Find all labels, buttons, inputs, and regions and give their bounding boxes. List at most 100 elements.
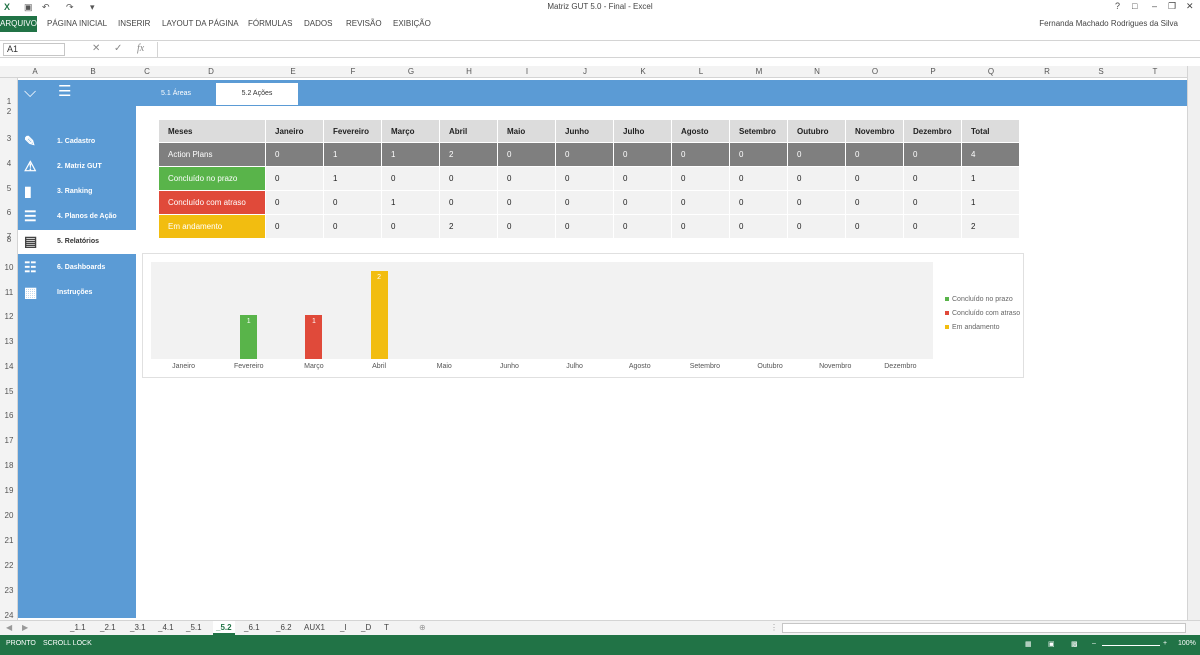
column-header[interactable]: M bbox=[753, 67, 765, 76]
column-header[interactable]: A bbox=[29, 67, 41, 76]
sheet-tab[interactable]: _5.1 bbox=[186, 623, 202, 632]
enter-icon[interactable]: ✓ bbox=[114, 43, 122, 54]
zoom-in-icon[interactable]: + bbox=[1163, 640, 1167, 647]
next-sheet-icon[interactable]: ▶ bbox=[22, 623, 28, 632]
column-header[interactable]: T bbox=[1149, 67, 1161, 76]
column-header[interactable]: G bbox=[405, 67, 417, 76]
tab-arquivo[interactable]: ARQUIVO bbox=[0, 16, 37, 32]
insert-function-icon[interactable]: fx bbox=[137, 43, 144, 54]
sidebar-item-2[interactable]: ⚠ 2. Matriz GUT bbox=[18, 155, 136, 179]
row-header[interactable]: 10 bbox=[0, 263, 18, 272]
row-header[interactable]: 4 bbox=[0, 159, 18, 168]
sheet-tab[interactable]: _1.1 bbox=[70, 623, 86, 632]
cancel-icon[interactable]: ✕ bbox=[92, 43, 100, 54]
zoom-out-icon[interactable]: – bbox=[1092, 640, 1096, 647]
row-header[interactable]: 11 bbox=[0, 288, 18, 297]
sheet-tab[interactable]: _4.1 bbox=[158, 623, 174, 632]
zoom-slider[interactable] bbox=[1102, 645, 1160, 646]
name-box[interactable]: A1 bbox=[3, 43, 65, 56]
table-cell: 0 bbox=[613, 214, 672, 239]
row-header[interactable]: 5 bbox=[0, 184, 18, 193]
column-header[interactable]: F bbox=[347, 67, 359, 76]
row-header[interactable]: 2 bbox=[0, 107, 18, 116]
tab-revisao[interactable]: REVISÃO bbox=[346, 19, 382, 28]
page-layout-icon[interactable]: ▣ bbox=[1048, 640, 1055, 648]
sheet-tab[interactable]: _6.2 bbox=[276, 623, 292, 632]
vertical-scrollbar[interactable] bbox=[1187, 66, 1200, 620]
row-header[interactable]: 3 bbox=[0, 134, 18, 143]
row-header[interactable]: 17 bbox=[0, 436, 18, 445]
column-header[interactable]: S bbox=[1095, 67, 1107, 76]
column-header[interactable]: B bbox=[87, 67, 99, 76]
help-icon[interactable]: ? bbox=[1115, 1, 1120, 11]
column-header[interactable]: K bbox=[637, 67, 649, 76]
column-header[interactable]: N bbox=[811, 67, 823, 76]
tab-dados[interactable]: DADOS bbox=[304, 19, 332, 28]
column-header[interactable]: I bbox=[521, 67, 533, 76]
row-header[interactable]: 1 bbox=[0, 97, 18, 106]
tab-inserir[interactable]: INSERIR bbox=[118, 19, 150, 28]
tab-formulas[interactable]: FÓRMULAS bbox=[248, 19, 292, 28]
sheet-tab[interactable]: _I bbox=[340, 623, 347, 632]
sheet-tab[interactable]: _D bbox=[361, 623, 371, 632]
sidebar-item-3[interactable]: ▮ 3. Ranking bbox=[18, 180, 136, 204]
options-icon[interactable]: ⋮ bbox=[770, 623, 778, 632]
column-header[interactable]: D bbox=[205, 67, 217, 76]
horizontal-scrollbar[interactable] bbox=[782, 623, 1186, 633]
row-header[interactable]: 8 bbox=[0, 235, 18, 244]
close-icon[interactable]: ✕ bbox=[1186, 1, 1194, 12]
row-header[interactable]: 12 bbox=[0, 312, 18, 321]
sidebar-item-5[interactable]: ▤ 5. Relatórios bbox=[18, 230, 136, 254]
sheet-tab[interactable]: _5.2 bbox=[213, 621, 235, 635]
normal-view-icon[interactable]: ▦ bbox=[1025, 640, 1032, 648]
table-cell: 0 bbox=[381, 166, 440, 191]
column-header[interactable]: J bbox=[579, 67, 591, 76]
sidebar-item-label: 6. Dashboards bbox=[57, 264, 106, 271]
row-header[interactable]: 13 bbox=[0, 337, 18, 346]
row-header[interactable]: 18 bbox=[0, 461, 18, 470]
column-header[interactable]: Q bbox=[985, 67, 997, 76]
tab-layout[interactable]: LAYOUT DA PÁGINA bbox=[162, 19, 239, 28]
sidebar-item-4[interactable]: ☰ 4. Planos de Ação bbox=[18, 205, 136, 229]
ribbon-options-icon[interactable]: □ bbox=[1132, 1, 1137, 11]
column-header[interactable]: P bbox=[927, 67, 939, 76]
row-header[interactable]: 15 bbox=[0, 387, 18, 396]
sidebar-item-7[interactable]: ▦ Instruções bbox=[18, 281, 136, 305]
column-header[interactable]: C bbox=[141, 67, 153, 76]
column-header[interactable]: H bbox=[463, 67, 475, 76]
column-header[interactable]: E bbox=[287, 67, 299, 76]
user-name[interactable]: Fernanda Machado Rodrigues da Silva bbox=[1039, 19, 1178, 28]
row-header[interactable]: 14 bbox=[0, 362, 18, 371]
row-header[interactable]: 23 bbox=[0, 586, 18, 595]
minimize-icon[interactable]: – bbox=[1152, 1, 1157, 11]
restore-icon[interactable]: ❐ bbox=[1168, 1, 1176, 12]
column-header[interactable]: L bbox=[695, 67, 707, 76]
row-header[interactable]: 6 bbox=[0, 208, 18, 217]
sheet-tab[interactable]: T bbox=[384, 623, 389, 632]
row-header[interactable]: 20 bbox=[0, 511, 18, 520]
sheet-tab[interactable]: _2.1 bbox=[100, 623, 116, 632]
tab-5-2-acoes[interactable]: 5.2 Ações bbox=[216, 83, 298, 105]
column-header[interactable]: O bbox=[869, 67, 881, 76]
sheet-tab[interactable]: _3.1 bbox=[130, 623, 146, 632]
tab-pagina-inicial[interactable]: PÁGINA INICIAL bbox=[47, 19, 107, 28]
row-header[interactable]: 21 bbox=[0, 536, 18, 545]
column-header[interactable]: R bbox=[1041, 67, 1053, 76]
x-tick-label: Agosto bbox=[628, 363, 651, 370]
zoom-level[interactable]: 100% bbox=[1178, 640, 1196, 647]
tab-exibicao[interactable]: EXIBIÇÃO bbox=[393, 19, 431, 28]
sheet-tab[interactable]: AUX1 bbox=[304, 623, 325, 632]
page-break-icon[interactable]: ▩ bbox=[1071, 640, 1078, 648]
row-header[interactable]: 16 bbox=[0, 411, 18, 420]
new-sheet-icon[interactable]: ⊕ bbox=[419, 623, 426, 632]
formula-input[interactable] bbox=[157, 42, 1182, 57]
prev-sheet-icon[interactable]: ◀ bbox=[6, 623, 12, 632]
row-header[interactable]: 22 bbox=[0, 561, 18, 570]
tab-5-1-areas[interactable]: 5.1 Áreas bbox=[136, 83, 216, 105]
row-header[interactable]: 19 bbox=[0, 486, 18, 495]
row-header[interactable]: 24 bbox=[0, 611, 18, 620]
sidebar-item-1[interactable]: ✎ 1. Cadastro bbox=[18, 130, 136, 154]
sheet-tab[interactable]: _6.1 bbox=[244, 623, 260, 632]
sidebar-item-6[interactable]: ☷ 6. Dashboards bbox=[18, 256, 136, 280]
menu-icon[interactable]: ☰ bbox=[58, 82, 71, 100]
